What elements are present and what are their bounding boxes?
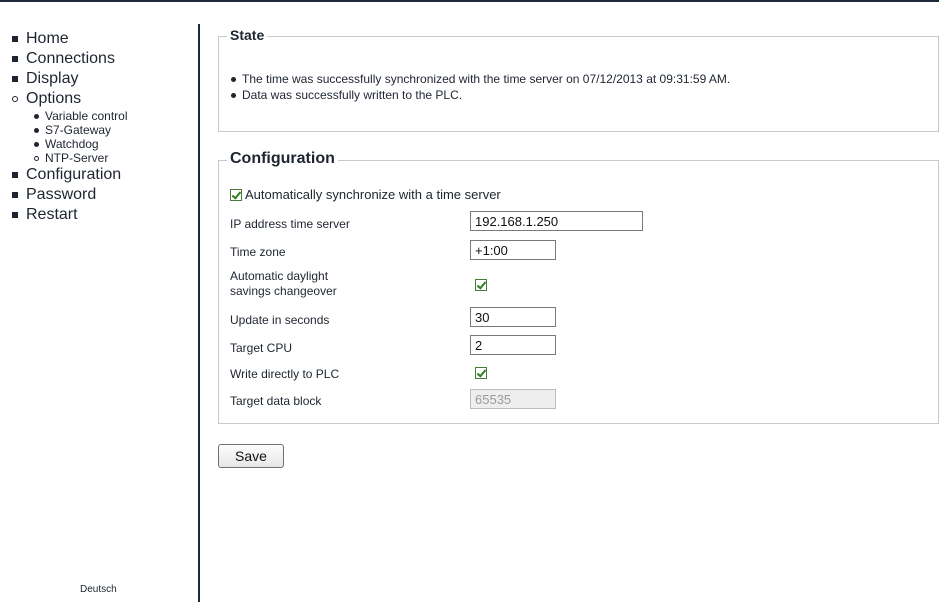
nav-item-options[interactable]: Options [12,89,128,109]
ip-address-field[interactable] [470,211,643,231]
square-bullet-icon [12,76,18,82]
subnav-item-variable-control[interactable]: Variable control [34,109,128,123]
nav-item-label: Password [26,186,97,203]
status-message: The time was successfully synchronized w… [231,71,730,87]
nav-item-home[interactable]: Home [12,29,128,49]
nav-item-configuration[interactable]: Configuration [12,165,128,185]
write-plc-checkbox[interactable] [475,367,487,379]
nav-item-connections[interactable]: Connections [12,49,128,69]
time-zone-label: Time zone [230,245,286,259]
dst-label-line2: savings changeover [230,284,337,298]
nav-item-label: Restart [26,206,78,223]
target-data-block-field [470,389,556,409]
nav-item-label: Options [26,90,82,107]
update-seconds-label: Update in seconds [230,313,330,327]
nav-item-display[interactable]: Display [12,69,128,89]
square-bullet-icon [12,172,18,178]
subnav-item-watchdog[interactable]: Watchdog [34,137,128,151]
dot-bullet-icon [34,141,39,147]
status-message-text: Data was successfully written to the PLC… [242,88,463,102]
square-bullet-icon [12,212,18,218]
subnav-item-s7-gateway[interactable]: S7-Gateway [34,123,128,137]
dot-bullet-icon [34,127,39,133]
subnav-item-label: S7-Gateway [45,123,112,137]
state-legend: State [227,27,268,43]
ring-bullet-icon [34,155,39,161]
target-cpu-label: Target CPU [230,341,293,355]
ip-address-label: IP address time server [230,217,350,231]
nav-item-label: Display [26,70,79,87]
nav-item-label: Connections [26,50,115,67]
time-zone-field[interactable] [470,240,556,260]
status-message-text: The time was successfully synchronized w… [242,72,731,86]
auto-sync-checkbox[interactable] [230,188,242,201]
target-cpu-field[interactable] [470,335,556,355]
dst-checkbox[interactable] [475,279,487,291]
subnav-item-label: Variable control [45,109,128,123]
sidebar-nav: Home Connections Display Options Variabl… [12,29,128,225]
options-subnav-container: Variable control S7-Gateway Watchdog NTP… [12,109,128,165]
status-message: Data was successfully written to the PLC… [231,87,730,103]
target-data-block-label: Target data block [230,394,322,408]
configuration-fieldset: Configuration Automatically synchronize … [218,150,939,424]
nav-item-password[interactable]: Password [12,185,128,205]
subnav-item-label: NTP-Server [45,151,109,165]
square-bullet-icon [12,36,18,42]
subnav-item-label: Watchdog [45,137,99,151]
top-divider [0,0,939,2]
subnav-item-ntp-server[interactable]: NTP-Server [34,151,128,165]
sidebar-divider [198,24,200,602]
square-bullet-icon [12,192,18,198]
nav-item-label: Home [26,30,69,47]
dot-bullet-icon [231,76,236,82]
state-messages: The time was successfully synchronized w… [231,71,730,103]
save-button[interactable]: Save [218,444,284,468]
options-subnav: Variable control S7-Gateway Watchdog NTP… [34,109,128,165]
dot-bullet-icon [34,113,39,119]
state-fieldset: State The time was successfully synchron… [218,27,939,132]
nav-item-label: Configuration [26,166,122,183]
auto-sync-label: Automatically synchronize with a time se… [245,187,501,202]
nav-item-restart[interactable]: Restart [12,205,128,225]
ring-bullet-icon [12,96,18,102]
update-seconds-field[interactable] [470,307,556,327]
configuration-legend: Configuration [227,150,338,168]
dot-bullet-icon [231,92,236,98]
dst-label-line1: Automatic daylight [230,269,329,283]
square-bullet-icon [12,56,18,62]
dst-label: Automatic daylight savings changeover [230,269,337,299]
language-link[interactable]: Deutsch [80,584,117,595]
write-plc-label: Write directly to PLC [230,367,340,381]
auto-sync-option[interactable]: Automatically synchronize with a time se… [230,187,501,202]
